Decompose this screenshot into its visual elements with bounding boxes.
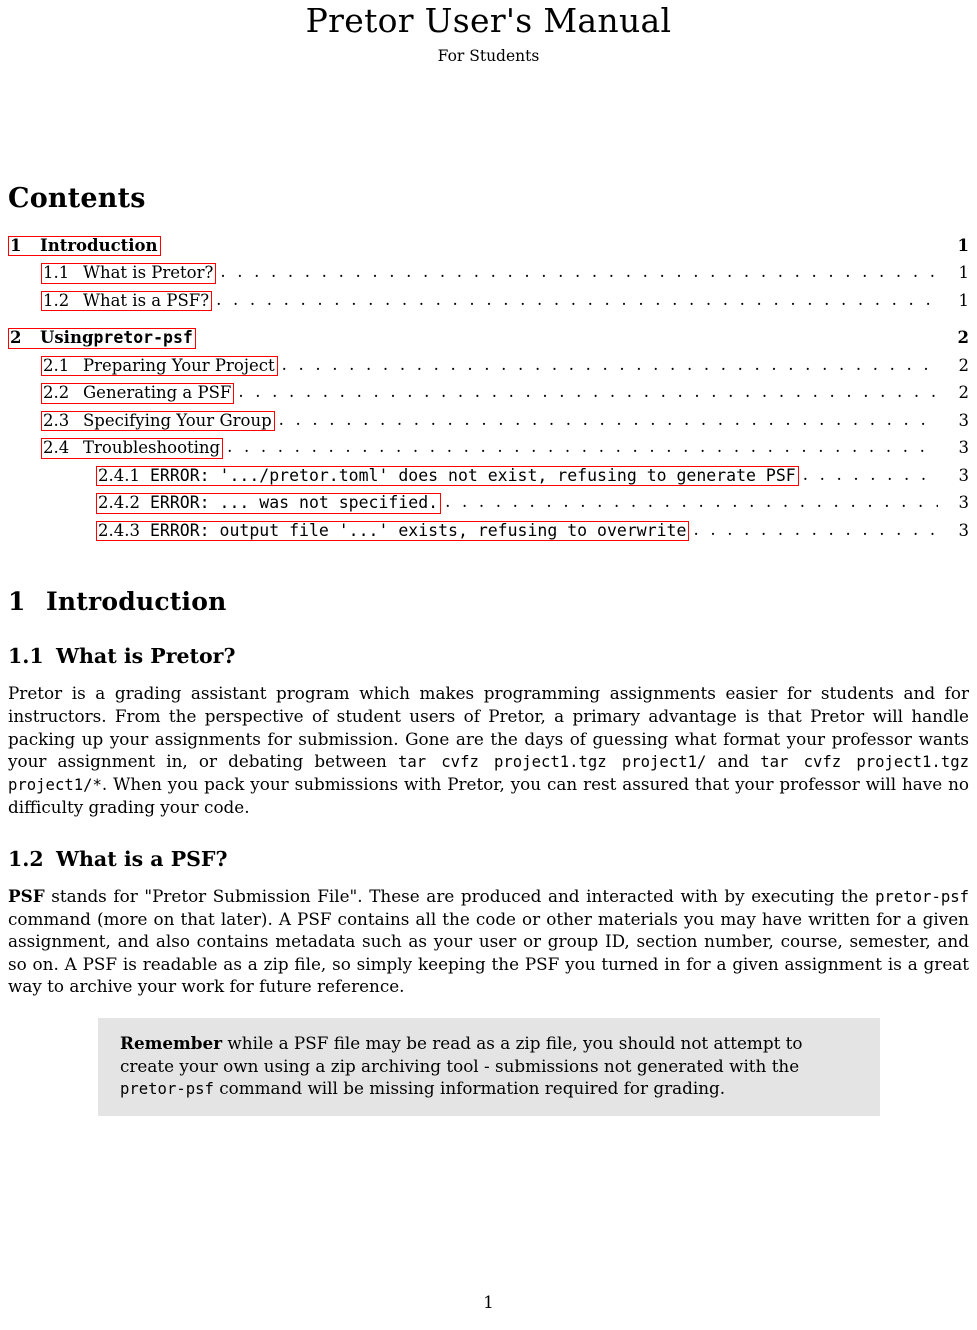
callout-paragraph: Remember while a PSF file may be read as…: [120, 1032, 858, 1100]
toc-entry-title-code: pretor-psf: [93, 328, 193, 348]
toc-entry-page-number: 1: [958, 290, 970, 310]
toc-entry-number: 2: [10, 328, 22, 348]
toc-leader-dots: . . . . . . . . . . . . . . . . . . . . …: [216, 291, 938, 309]
toc-entry-number: 2.1: [43, 355, 70, 375]
toc-row: 2.4.2 ERROR: ... was not specified. . . . …: [8, 493, 969, 514]
paragraph-text: stands for "Pretor Submission File". The…: [44, 885, 876, 906]
toc-leader-dots: . . . . . . . . . . . . . . . . . . . . …: [238, 384, 938, 401]
toc-leader-dots: . . . . . . . . . . . . . . . . . . . . …: [278, 411, 938, 429]
toc-entry-page-number: 3: [958, 520, 970, 540]
paragraph-text: and: [706, 751, 761, 772]
section-1-1-title: What is Pretor?: [56, 644, 236, 669]
inline-code-pretor-psf: pretor-psf: [120, 1080, 214, 1099]
toc-row: 2Using pretor-psf. . . . . . . . . . . .…: [8, 328, 969, 349]
section-1-1-number: 1.1: [8, 644, 44, 669]
toc-leader-dots: . . . . . . . . . . . . . . . . . . . . …: [693, 521, 938, 539]
inline-code-tar-1: tar cvfz project1.tgz project1/: [397, 753, 707, 772]
section-1-title: Introduction: [46, 587, 227, 617]
paragraph-lead-term: PSF: [8, 885, 45, 906]
section-1-2-number: 1.2: [8, 846, 44, 871]
toc-link-2-1[interactable]: 2.1 Preparing Your Project: [41, 355, 278, 377]
toc-link-1-2[interactable]: 1.2 What is a PSF?: [41, 290, 213, 312]
toc-entry-page-number: 3: [958, 438, 970, 458]
toc-leader-dots: . . . . . . . . . . . . . . . . . . . . …: [220, 264, 938, 281]
toc-row: 2.1 Preparing Your Project . . . . . . . .…: [8, 355, 970, 377]
callout-text: command will be missing information requ…: [213, 1078, 726, 1099]
toc-entry-title: Specifying Your Group: [83, 410, 272, 430]
callout-text: while a PSF file may be read as a zip fi…: [120, 1033, 803, 1076]
toc-entry-page-number: 2: [957, 328, 969, 348]
toc-entry-number: 2.3: [43, 410, 70, 430]
toc-link-1[interactable]: 1 Introduction: [8, 235, 161, 257]
toc-link-2-3[interactable]: 2.3 Specifying Your Group: [41, 410, 275, 432]
toc-row: 2.4.1 ERROR: '.../pretor.toml' does not e…: [8, 465, 970, 487]
toc-entry-page-number: 2: [958, 355, 970, 375]
toc-entry-title-code: ERROR: output file '...' exists, refusin…: [150, 520, 687, 540]
toc-entry-page-number: 2: [958, 383, 970, 403]
toc-link-2-4-2[interactable]: 2.4.2 ERROR: ... was not specified.: [96, 493, 442, 514]
toc-entry-number: 2.4: [43, 438, 70, 458]
toc-leader-dots: . . . . . . . . . . . . . . . . . . . . …: [227, 439, 938, 456]
table-of-contents: 1 Introduction . . . . . . . . . . . . . .…: [8, 235, 970, 542]
toc-entry-page-number: 3: [958, 465, 970, 485]
toc-entry-page-number: 3: [958, 493, 970, 513]
toc-row: 1Introduction. . . . . . . . . . . . . .…: [8, 235, 969, 257]
toc-row: 1.2 What is a PSF? . . . . . . . . . . . .…: [8, 290, 970, 312]
toc-row: 2.3 Specifying Your Group . . . . . . . . …: [8, 410, 970, 432]
toc-link-1-1[interactable]: 1.1 What is Pretor?: [41, 263, 217, 284]
toc-leader-dots: . . . . . . . . . . . . . . . . . . . . …: [281, 356, 938, 374]
section-1-1-paragraph: Pretor is a grading assistant program wh…: [8, 682, 969, 818]
toc-entry-number: 1: [10, 235, 22, 255]
remember-callout-box: Remember while a PSF file may be read as…: [98, 1018, 880, 1117]
document-title: Pretor User's Manual: [305, 1, 672, 40]
section-1-number: 1: [8, 587, 26, 617]
contents-heading: Contents: [8, 182, 146, 214]
document-page: Pretor User's Manual For Students Conten…: [0, 0, 977, 1330]
toc-entry-page-number: 1: [957, 235, 969, 255]
inline-code-pretor-psf: pretor-psf: [875, 887, 969, 906]
toc-leader-dots: . . . . . . . . . . . . . . . . . . . . …: [445, 494, 938, 511]
toc-entry-title: Troubleshooting: [83, 438, 221, 458]
section-1-heading: 1 Introduction: [8, 587, 969, 616]
paragraph-text: . When you pack your submissions with Pr…: [8, 774, 969, 818]
toc-link-2-4-1[interactable]: 2.4.1 ERROR: '.../pretor.toml' does not e…: [96, 465, 799, 487]
toc-entry-title: Using: [40, 328, 94, 348]
callout-lead-term: Remember: [120, 1033, 223, 1053]
toc-entry-title: Introduction: [40, 235, 158, 255]
toc-entry-number: 1.2: [43, 290, 70, 310]
toc-entry-number: 2.4.1: [98, 465, 140, 485]
section-1-2-heading: 1.2 What is a PSF?: [8, 847, 969, 871]
page-footer-number: 1: [483, 1293, 494, 1312]
toc-spacer: [8, 311, 969, 328]
section-1-2-title: What is a PSF?: [56, 846, 228, 871]
section-1-1-heading: 1.1 What is Pretor?: [8, 644, 969, 668]
toc-entry-page-number: 3: [958, 410, 970, 430]
title-block: Pretor User's Manual For Students: [8, 0, 969, 65]
toc-entry-number: 1.1: [43, 263, 70, 283]
toc-link-2-4[interactable]: 2.4 Troubleshooting: [41, 438, 224, 459]
toc-row: 2.2 Generating a PSF . . . . . . . . . . .…: [8, 383, 969, 404]
toc-entry-number: 2.4.2: [98, 493, 140, 513]
toc-link-2-2[interactable]: 2.2 Generating a PSF: [41, 383, 235, 404]
toc-row: 2.4 Troubleshooting . . . . . . . . . . . …: [8, 438, 969, 459]
toc-link-2-4-3[interactable]: 2.4.3 ERROR: output file '...' exists, re…: [96, 520, 690, 542]
toc-entry-title-code: ERROR: '.../pretor.toml' does not exist,…: [150, 465, 796, 485]
toc-entry-number: 2.4.3: [98, 520, 140, 540]
toc-leader-dots: . . . . . . . . . . . . . . . . . . . . …: [802, 466, 938, 484]
document-subtitle: For Students: [437, 46, 540, 65]
toc-entry-title: Generating a PSF: [83, 383, 232, 403]
toc-entry-title: What is a PSF?: [83, 290, 210, 310]
section-1-2-paragraph: PSF stands for "Pretor Submission File".…: [8, 885, 969, 998]
toc-entry-title: What is Pretor?: [83, 263, 214, 283]
toc-entry-title-code: ERROR: ... was not specified.: [150, 493, 439, 513]
toc-link-2[interactable]: 2 Using pretor-psf: [8, 328, 196, 349]
toc-row: 2.4.3 ERROR: output file '...' exists, re…: [8, 520, 970, 542]
toc-entry-title: Preparing Your Project: [83, 355, 275, 375]
toc-entry-number: 2.2: [43, 383, 70, 403]
paragraph-text: command (more on that later). A PSF cont…: [8, 908, 969, 997]
toc-row: 1.1 What is Pretor? . . . . . . . . . . . …: [8, 263, 969, 284]
toc-entry-page-number: 1: [958, 263, 970, 283]
